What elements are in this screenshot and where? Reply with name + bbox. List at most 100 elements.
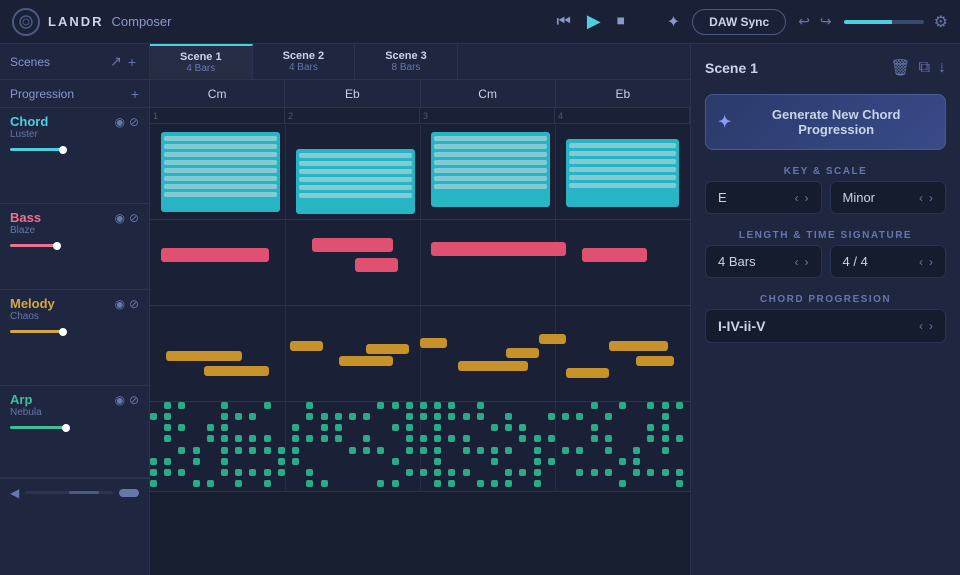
arp-block[interactable]	[178, 424, 185, 431]
bass-block-3[interactable]	[355, 258, 398, 272]
arp-block[interactable]	[264, 402, 271, 409]
arp-block[interactable]	[377, 402, 384, 409]
volume-bar[interactable]	[844, 20, 924, 24]
arp-block[interactable]	[633, 469, 640, 476]
scroll-left-button[interactable]: ◀	[10, 486, 19, 500]
length-next-button[interactable]: ›	[805, 255, 809, 269]
arp-block[interactable]	[448, 413, 455, 420]
arp-block[interactable]	[292, 447, 299, 454]
arp-block[interactable]	[534, 458, 541, 465]
skip-back-button[interactable]: ⏮	[557, 13, 571, 31]
arp-block[interactable]	[207, 480, 214, 487]
arp-block[interactable]	[377, 480, 384, 487]
arp-block[interactable]	[392, 480, 399, 487]
chord-lane[interactable]	[150, 124, 690, 220]
arp-block[interactable]	[434, 458, 441, 465]
arp-block[interactable]	[178, 402, 185, 409]
arp-block[interactable]	[491, 447, 498, 454]
arp-block[interactable]	[448, 480, 455, 487]
arp-block[interactable]	[505, 413, 512, 420]
arp-block[interactable]	[207, 424, 214, 431]
arp-block[interactable]	[619, 402, 626, 409]
piano-roll-area[interactable]: 1 2 3 4	[150, 108, 690, 575]
arp-block[interactable]	[505, 424, 512, 431]
arp-block[interactable]	[576, 469, 583, 476]
add-progression-button[interactable]: +	[131, 86, 139, 102]
arp-block[interactable]	[363, 413, 370, 420]
arp-block[interactable]	[264, 435, 271, 442]
arp-block[interactable]	[278, 469, 285, 476]
melody-headphone-button[interactable]: ◉	[114, 297, 124, 311]
melody-volume-bar[interactable]	[10, 330, 139, 333]
arp-block[interactable]	[491, 480, 498, 487]
arp-mute-button[interactable]: ⊘	[129, 393, 139, 407]
arp-block[interactable]	[363, 447, 370, 454]
chord-prog-next-button[interactable]: ›	[929, 319, 933, 333]
chord-mute-button[interactable]: ⊘	[129, 115, 139, 129]
arp-block[interactable]	[491, 424, 498, 431]
arp-block[interactable]	[420, 402, 427, 409]
key-prev-button[interactable]: ‹	[795, 191, 799, 205]
arp-block[interactable]	[420, 469, 427, 476]
arp-block[interactable]	[647, 424, 654, 431]
arp-block[interactable]	[164, 458, 171, 465]
arp-block[interactable]	[221, 435, 228, 442]
arp-block[interactable]	[420, 413, 427, 420]
melody-block-3[interactable]	[290, 341, 322, 351]
arp-block[interactable]	[406, 447, 413, 454]
arp-block[interactable]	[605, 447, 612, 454]
arp-block[interactable]	[306, 480, 313, 487]
arp-block[interactable]	[434, 424, 441, 431]
arp-block[interactable]	[463, 469, 470, 476]
arp-block[interactable]	[306, 413, 313, 420]
arp-block[interactable]	[264, 469, 271, 476]
arp-block[interactable]	[178, 447, 185, 454]
arp-block[interactable]	[576, 447, 583, 454]
bass-volume-bar[interactable]	[10, 244, 139, 247]
arp-block[interactable]	[292, 435, 299, 442]
arp-block[interactable]	[278, 447, 285, 454]
arp-block[interactable]	[392, 402, 399, 409]
arp-block[interactable]	[477, 413, 484, 420]
melody-block-11[interactable]	[609, 341, 668, 351]
melody-block-5[interactable]	[366, 344, 409, 354]
arp-block[interactable]	[519, 424, 526, 431]
arp-block[interactable]	[463, 435, 470, 442]
chord-block-3[interactable]	[431, 132, 550, 207]
arp-block[interactable]	[150, 480, 157, 487]
arp-block[interactable]	[505, 469, 512, 476]
arp-block[interactable]	[178, 469, 185, 476]
settings-button[interactable]: ⚙	[934, 12, 948, 32]
arp-block[interactable]	[519, 469, 526, 476]
arp-block[interactable]	[150, 413, 157, 420]
arp-block[interactable]	[534, 447, 541, 454]
arp-block[interactable]	[591, 424, 598, 431]
arp-block[interactable]	[534, 480, 541, 487]
arp-block[interactable]	[193, 480, 200, 487]
scale-prev-button[interactable]: ‹	[919, 191, 923, 205]
arp-block[interactable]	[605, 469, 612, 476]
arp-block[interactable]	[519, 435, 526, 442]
bass-block-4[interactable]	[431, 242, 566, 256]
arp-block[interactable]	[406, 413, 413, 420]
time-next-button[interactable]: ›	[929, 255, 933, 269]
scene-tab-1[interactable]: Scene 1 4 Bars	[150, 44, 253, 79]
key-next-button[interactable]: ›	[805, 191, 809, 205]
arp-block[interactable]	[164, 402, 171, 409]
arp-block[interactable]	[619, 458, 626, 465]
melody-block-6[interactable]	[420, 338, 447, 348]
melody-block-12[interactable]	[636, 356, 674, 366]
arp-block[interactable]	[164, 413, 171, 420]
arp-block[interactable]	[306, 469, 313, 476]
scale-next-button[interactable]: ›	[929, 191, 933, 205]
chord-label-1[interactable]: Cm	[150, 80, 285, 107]
scenes-route-button[interactable]: ↗	[107, 53, 125, 70]
arp-block[interactable]	[463, 413, 470, 420]
melody-block-4[interactable]	[339, 356, 393, 366]
arp-block[interactable]	[676, 469, 683, 476]
arp-lane[interactable]	[150, 402, 690, 492]
arp-block[interactable]	[406, 424, 413, 431]
arp-block[interactable]	[647, 402, 654, 409]
arp-block[interactable]	[349, 447, 356, 454]
arp-block[interactable]	[591, 402, 598, 409]
